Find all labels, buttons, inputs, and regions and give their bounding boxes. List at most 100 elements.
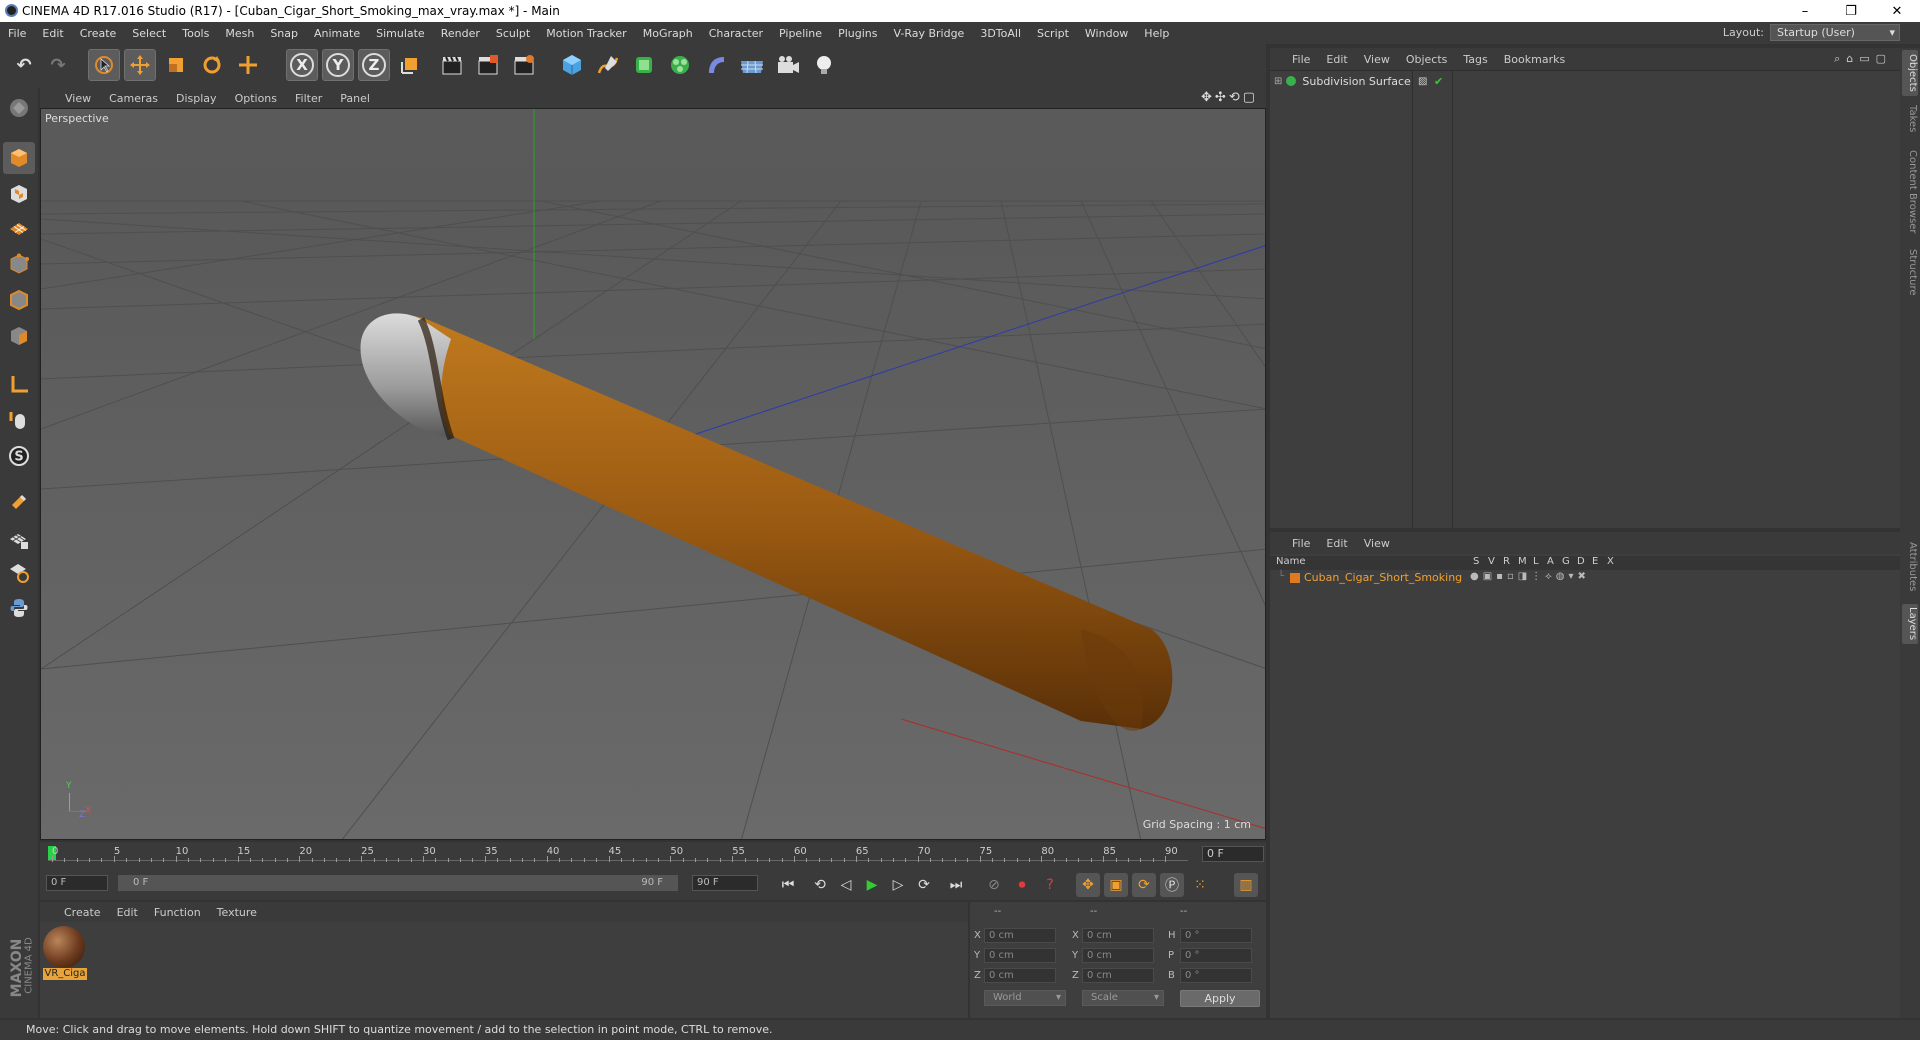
z-axis-lock-button[interactable]: Z [358,49,390,81]
menu-mesh[interactable]: Mesh [217,27,262,40]
add-floor-button[interactable] [736,49,768,81]
menu-edit[interactable]: Edit [34,27,71,40]
object-menu-view[interactable]: View [1356,53,1398,66]
viewport-menu-display[interactable]: Display [167,92,226,105]
undo-button[interactable]: ↶ [8,49,40,81]
menu-pipeline[interactable]: Pipeline [771,27,830,40]
tab-takes[interactable]: Takes [1902,102,1918,136]
model-mode-button[interactable] [3,142,35,174]
live-selection-tool-button[interactable] [88,49,120,81]
render-to-picture-viewer-button[interactable] [472,49,504,81]
minimize-button[interactable]: – [1782,0,1828,22]
layer-col-e[interactable]: E [1592,556,1598,567]
go-to-end-button[interactable]: ⏭ [944,873,968,897]
menu-file[interactable]: File [0,27,34,40]
record-keys-disabled-button[interactable]: ⊘ [982,873,1006,897]
object-menu-bookmarks[interactable]: Bookmarks [1496,53,1573,66]
size-z-field[interactable]: 0 cm [1082,968,1154,983]
timeline[interactable]: 0 5 10 15 20 25 30 35 40 45 50 55 60 65 70 75 80 85 90 0 F [40,842,1266,868]
snap-button[interactable]: S [3,440,35,472]
frame-range-slider[interactable]: 0 F 90 F [118,875,678,891]
axis-mode-button[interactable] [3,368,35,400]
rot-p-field[interactable]: 0 ° [1180,948,1252,963]
menu-plugins[interactable]: Plugins [830,27,885,40]
tab-layers[interactable]: Layers [1902,604,1918,644]
points-mode-button[interactable] [3,248,35,280]
add-cube-button[interactable] [556,49,588,81]
make-editable-button[interactable] [3,92,35,124]
material-menu-create[interactable]: Create [56,906,109,919]
menu-help[interactable]: Help [1136,27,1177,40]
key-scale-button[interactable]: ▣ [1104,873,1128,897]
start-frame-field[interactable]: 0 F [46,875,108,891]
expand-icon[interactable]: ⊞ [1274,76,1282,87]
layer-col-x[interactable]: X [1607,556,1614,567]
menu-mograph[interactable]: MoGraph [635,27,701,40]
object-menu-edit[interactable]: Edit [1318,53,1355,66]
key-pla-button[interactable]: ⁙ [1188,873,1212,897]
layer-toggle-icons[interactable]: ●▣▪▫◨⋮⟡◍▾✖ [1470,571,1590,582]
polygons-mode-button[interactable] [3,320,35,352]
layer-menu-edit[interactable]: Edit [1318,537,1355,550]
next-key-button[interactable]: ⟳ [912,873,936,897]
material-menu-edit[interactable]: Edit [109,906,146,919]
record-button[interactable]: ⏺ [1010,873,1034,897]
pos-z-field[interactable]: 0 cm [984,968,1056,983]
layer-col-m[interactable]: M [1518,556,1527,567]
object-manager-tool-icons[interactable]: ⌕⌂▭▢ [1834,52,1892,66]
pos-x-field[interactable]: 0 cm [984,928,1056,943]
tab-content-browser[interactable]: Content Browser [1902,144,1918,240]
viewport-menu-filter[interactable]: Filter [286,92,331,105]
menu-vray-bridge[interactable]: V-Ray Bridge [885,27,972,40]
object-row[interactable]: ⊞ Subdivision Surface ▨ ✔ [1270,73,1900,89]
tab-structure[interactable]: Structure [1902,246,1918,298]
menu-simulate[interactable]: Simulate [368,27,433,40]
current-frame-field[interactable]: 0 F [1202,846,1264,862]
add-spline-button[interactable] [592,49,624,81]
object-menu-objects[interactable]: Objects [1398,53,1456,66]
size-y-field[interactable]: 0 cm [1082,948,1154,963]
coordinate-mode-dropdown[interactable]: World ▾ [984,990,1066,1006]
tab-attributes[interactable]: Attributes [1902,536,1918,598]
previous-frame-button[interactable]: ◁ [834,873,858,897]
add-mograph-button[interactable] [664,49,696,81]
render-view-button[interactable] [436,49,468,81]
layer-col-a[interactable]: A [1547,556,1554,567]
perspective-viewport[interactable]: Perspective Grid Spacing : 1 cm Y X Z [40,108,1266,840]
pos-y-field[interactable]: 0 cm [984,948,1056,963]
layer-col-g[interactable]: G [1562,556,1570,567]
menu-tools[interactable]: Tools [174,27,217,40]
tweak-mode-button[interactable] [3,404,35,436]
workplane-mode-button[interactable] [3,212,35,244]
menu-animate[interactable]: Animate [306,27,368,40]
python-button[interactable] [3,592,35,624]
viewport-nav-icons[interactable]: ✥✣⟲▢ [1201,90,1258,105]
edges-mode-button[interactable] [3,284,35,316]
viewport-menu-view[interactable]: View [56,92,100,105]
add-camera-button[interactable] [772,49,804,81]
render-settings-button[interactable] [508,49,540,81]
object-menu-tags[interactable]: Tags [1455,53,1495,66]
close-button[interactable]: ✕ [1874,0,1920,22]
go-to-start-button[interactable]: ⏮ [776,873,800,897]
viewport-menu-options[interactable]: Options [226,92,286,105]
layer-col-v[interactable]: V [1488,556,1495,567]
object-menu-file[interactable]: File [1284,53,1318,66]
add-subdivision-button[interactable] [628,49,660,81]
coordinate-system-button[interactable] [394,49,426,81]
maximize-button[interactable]: ❐ [1828,0,1874,22]
rot-b-field[interactable]: 0 ° [1180,968,1252,983]
menu-render[interactable]: Render [433,27,488,40]
next-frame-button[interactable]: ▷ [886,873,910,897]
viewport-menu-cameras[interactable]: Cameras [100,92,167,105]
rot-h-field[interactable]: 0 ° [1180,928,1252,943]
menu-script[interactable]: Script [1029,27,1077,40]
size-x-field[interactable]: 0 cm [1082,928,1154,943]
menu-character[interactable]: Character [701,27,771,40]
layer-row[interactable]: └ Cuban_Cigar_Short_Smoking ●▣▪▫◨⋮⟡◍▾✖ [1270,571,1900,585]
menu-select[interactable]: Select [124,27,174,40]
key-rotation-button[interactable]: ⟳ [1132,873,1156,897]
play-button[interactable]: ▶ [860,873,884,897]
rotate-tool-button[interactable] [196,49,228,81]
lock-workplane-button[interactable] [3,524,35,556]
